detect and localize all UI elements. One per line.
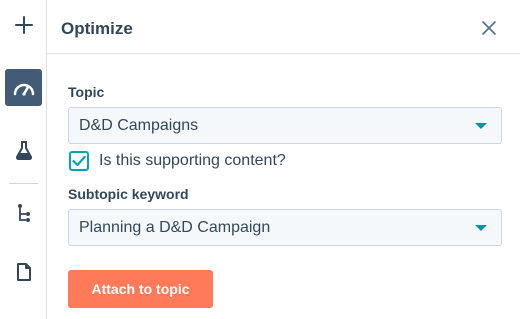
- close-button[interactable]: [480, 19, 498, 37]
- chevron-down-icon: [475, 225, 487, 231]
- subtopic-label: Subtopic keyword: [68, 186, 189, 202]
- panel-header: Optimize: [47, 0, 520, 54]
- subtopic-select-value: Planning a D&D Campaign: [79, 219, 271, 236]
- tree-structure-icon: [17, 203, 30, 222]
- close-icon: [482, 21, 496, 35]
- left-tool-rail: [0, 0, 47, 319]
- test-rail-button[interactable]: [5, 131, 42, 168]
- document-icon: [16, 262, 31, 281]
- rail-divider: [9, 183, 38, 184]
- add-button[interactable]: [5, 6, 42, 43]
- topic-select[interactable]: D&D Campaigns: [68, 107, 502, 144]
- attach-to-topic-button[interactable]: Attach to topic: [68, 270, 213, 308]
- panel-title: Optimize: [61, 19, 133, 38]
- structure-rail-button[interactable]: [5, 194, 42, 231]
- supporting-content-checkbox[interactable]: [69, 151, 89, 171]
- speedometer-icon: [13, 83, 34, 96]
- topic-label: Topic: [68, 84, 105, 100]
- document-rail-button[interactable]: [5, 253, 42, 290]
- checkmark-icon: [72, 155, 86, 167]
- topic-select-value: D&D Campaigns: [79, 117, 199, 134]
- supporting-content-label: Is this supporting content?: [99, 152, 286, 169]
- flask-icon: [15, 140, 32, 160]
- optimize-rail-button[interactable]: [5, 69, 42, 106]
- plus-icon: [14, 15, 33, 34]
- chevron-down-icon: [475, 123, 487, 129]
- subtopic-select[interactable]: Planning a D&D Campaign: [68, 209, 502, 246]
- optimize-panel: Optimize Topic D&D Campaigns Is this sup…: [47, 0, 520, 319]
